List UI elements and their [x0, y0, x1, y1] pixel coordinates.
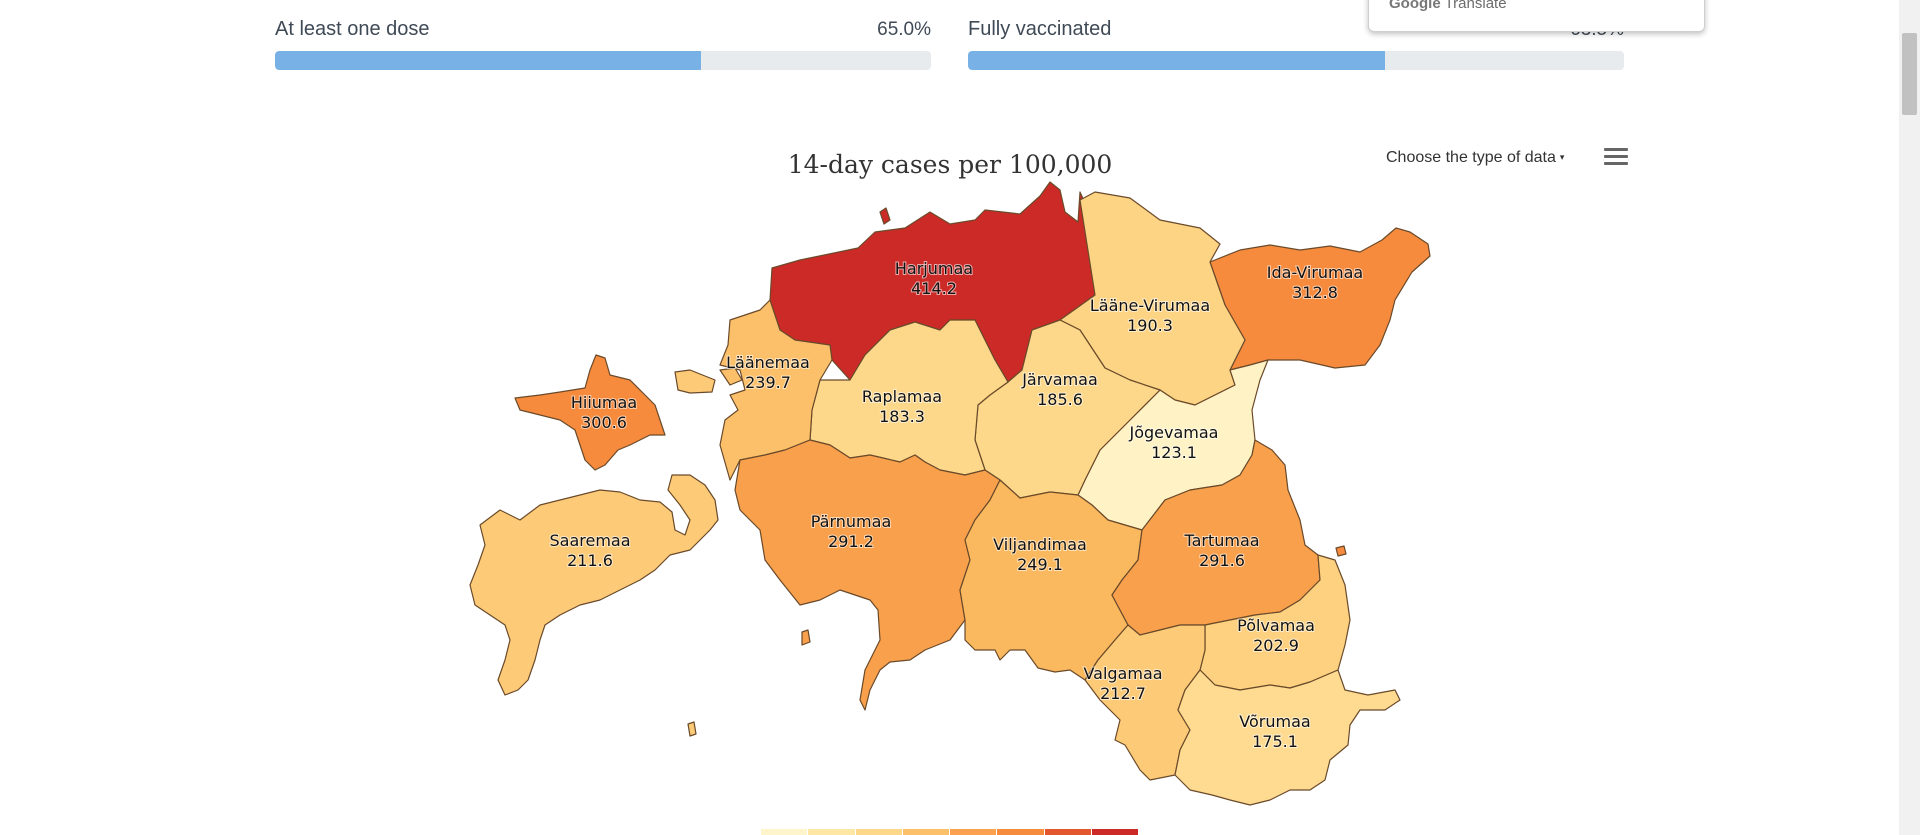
legend-swatch	[1091, 829, 1139, 835]
region-label-vorumaa: Võrumaa	[1239, 712, 1310, 731]
region-value-viljandimaa: 249.1	[1017, 555, 1063, 574]
legend-swatch	[761, 829, 809, 835]
region-label-jarvamaa: Järvamaa	[1021, 370, 1098, 389]
region-value-jogevamaa: 123.1	[1151, 443, 1197, 462]
region-value-vorumaa: 175.1	[1252, 732, 1298, 751]
region-value-jarvamaa: 185.6	[1037, 390, 1083, 409]
region-value-ida-virumaa: 312.8	[1292, 283, 1338, 302]
region-label-viljandimaa: Viljandimaa	[993, 535, 1087, 554]
region-saaremaa[interactable]	[469, 474, 719, 696]
region-label-parnumaa: Pärnumaa	[811, 512, 892, 531]
color-scale-legend	[761, 829, 1139, 835]
island-small-east	[1335, 545, 1347, 557]
legend-swatch	[902, 829, 950, 835]
region-label-raplamaa: Raplamaa	[862, 387, 942, 406]
region-label-hiiumaa: Hiiumaa	[571, 393, 637, 412]
legend-swatch	[997, 829, 1045, 835]
region-value-hiiumaa: 300.6	[581, 413, 627, 432]
region-label-tartumaa: Tartumaa	[1183, 531, 1259, 550]
legend-swatch	[1044, 829, 1092, 835]
region-value-laanemaa: 239.7	[745, 373, 791, 392]
legend-swatch	[808, 829, 856, 835]
region-value-saaremaa: 211.6	[567, 551, 613, 570]
region-label-laanemaa: Läänemaa	[726, 353, 810, 372]
region-label-harjumaa: Harjumaa	[895, 259, 973, 278]
region-value-laane-virumaa: 190.3	[1127, 316, 1173, 335]
region-value-raplamaa: 183.3	[879, 407, 925, 426]
region-value-tartumaa: 291.6	[1199, 551, 1245, 570]
region-label-jogevamaa: Jõgevamaa	[1129, 423, 1219, 442]
island-ruhnu	[687, 721, 697, 737]
island-small-north	[879, 207, 891, 225]
region-label-saaremaa: Saaremaa	[549, 531, 630, 550]
region-label-ida-virumaa: Ida-Virumaa	[1267, 263, 1363, 282]
island-muhu	[674, 369, 716, 394]
estonia-map: Harjumaa414.2 Ida-Virumaa312.8 Lääne-Virum…	[469, 181, 1431, 806]
page-scrollbar[interactable]	[1899, 0, 1920, 835]
region-value-harjumaa: 414.2	[911, 279, 957, 298]
region-parnumaa[interactable]	[734, 439, 1001, 711]
region-label-valgamaa: Valgamaa	[1083, 664, 1162, 683]
region-value-valgamaa: 212.7	[1100, 684, 1146, 703]
island-kihnu	[801, 629, 811, 646]
legend-swatch	[855, 829, 903, 835]
region-value-parnumaa: 291.2	[828, 532, 874, 551]
legend-swatch	[950, 829, 998, 835]
region-label-laane-virumaa: Lääne-Virumaa	[1090, 296, 1210, 315]
scrollbar-thumb[interactable]	[1902, 33, 1917, 115]
region-label-polvamaa: Põlvamaa	[1237, 616, 1315, 635]
region-value-polvamaa: 202.9	[1253, 636, 1299, 655]
